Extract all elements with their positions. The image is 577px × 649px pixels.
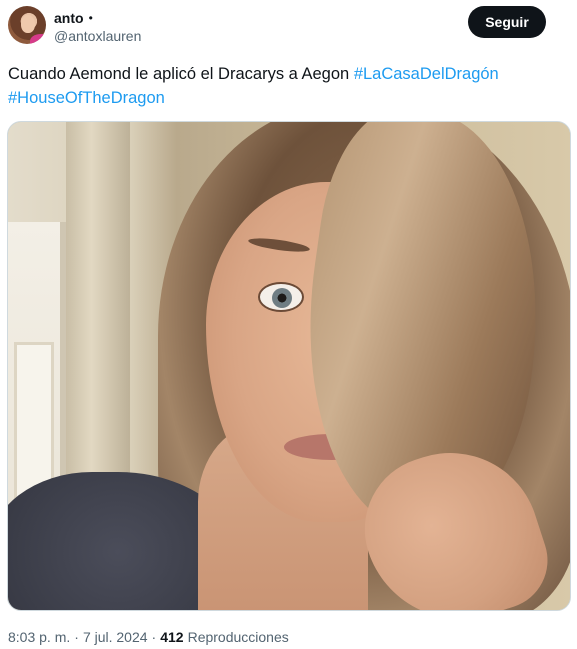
meta-separator-2: · [151, 629, 157, 645]
meta-separator: · [74, 629, 79, 645]
user-info: anto • @antoxlauren [54, 9, 141, 44]
avatar-clothing [30, 34, 46, 44]
name-dot: • [88, 11, 93, 25]
tweet-media-image[interactable] [7, 121, 571, 611]
views-count: 412 [160, 629, 184, 645]
display-name[interactable]: anto [54, 10, 84, 26]
tweet-time[interactable]: 8:03 p. m. [8, 629, 70, 645]
name-row: anto • [54, 9, 141, 27]
tweet-text: Cuando Aemond le aplicó el Dracarys a Ae… [8, 62, 568, 110]
views-label: Reproducciones [187, 629, 289, 645]
follow-button[interactable]: Seguir [468, 6, 546, 38]
hashtag-house-of-the-dragon[interactable]: #HouseOfTheDragon [8, 89, 165, 107]
user-handle[interactable]: @antoxlauren [54, 28, 141, 44]
tweet-card: anto • @antoxlauren Seguir Cuando Aemond… [0, 0, 577, 649]
hashtag-la-casa-del-dragon[interactable]: #LaCasaDelDragón [354, 65, 499, 83]
avatar-face [21, 15, 35, 33]
media-iris-left [272, 288, 292, 308]
avatar[interactable] [8, 6, 46, 44]
tweet-meta: 8:03 p. m. · 7 jul. 2024 · 412 Reproducc… [8, 629, 289, 645]
tweet-text-body: Cuando Aemond le aplicó el Dracarys a Ae… [8, 65, 354, 83]
tweet-date[interactable]: 7 jul. 2024 [83, 629, 148, 645]
media-eye-left [258, 282, 304, 312]
